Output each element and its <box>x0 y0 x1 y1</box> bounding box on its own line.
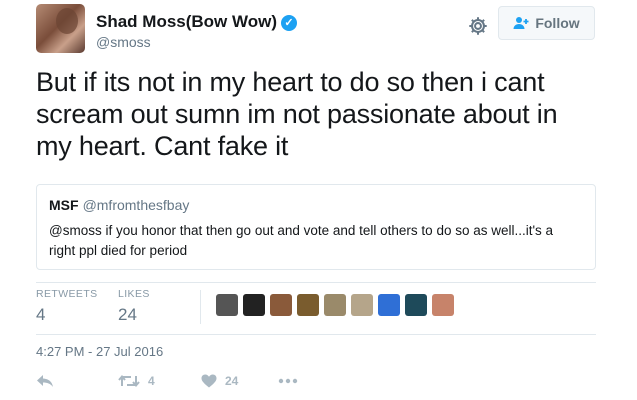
more-button[interactable] <box>278 374 298 388</box>
likes-label: LIKES <box>118 288 150 300</box>
author-avatar[interactable] <box>36 4 85 53</box>
retweets-label: RETWEETS <box>36 288 98 300</box>
verified-badge-icon: ✓ <box>281 15 298 31</box>
liker-avatar[interactable] <box>216 294 238 316</box>
quoted-tweet-header: MSF @mfromthesfbay <box>49 197 583 213</box>
divider <box>36 282 596 283</box>
author-handle[interactable]: @smoss <box>96 34 151 50</box>
retweet-count: 4 <box>148 374 155 388</box>
quoted-author-name: MSF <box>49 197 79 213</box>
reply-button[interactable] <box>36 374 54 388</box>
like-button[interactable]: 24 <box>201 374 238 388</box>
retweets-stat[interactable]: RETWEETS 4 <box>36 288 98 325</box>
liker-avatar[interactable] <box>405 294 427 316</box>
divider <box>36 334 596 335</box>
author-display-name[interactable]: Shad Moss(Bow Wow) <box>96 12 277 31</box>
retweet-button[interactable]: 4 <box>118 374 155 388</box>
liker-avatar[interactable] <box>351 294 373 316</box>
author-name-row[interactable]: Shad Moss(Bow Wow) ✓ <box>96 12 298 32</box>
gear-icon[interactable] <box>467 15 489 37</box>
liker-avatar[interactable] <box>324 294 346 316</box>
heart-icon <box>201 374 217 388</box>
tweet-header: Shad Moss(Bow Wow) ✓ @smoss Follow <box>36 4 597 54</box>
quoted-tweet-text: @smoss if you honor that then go out and… <box>49 223 554 258</box>
follow-button[interactable]: Follow <box>498 6 595 40</box>
liker-avatar[interactable] <box>270 294 292 316</box>
liker-avatar[interactable] <box>297 294 319 316</box>
add-user-icon <box>513 17 529 29</box>
like-count: 24 <box>225 374 239 388</box>
reply-icon <box>37 375 53 387</box>
liker-avatar[interactable] <box>243 294 265 316</box>
retweets-count: 4 <box>36 305 46 324</box>
quoted-author-handle: @mfromthesfbay <box>82 197 190 213</box>
likes-count: 24 <box>118 305 137 324</box>
quoted-tweet[interactable]: MSF @mfromthesfbay @smoss if you honor th… <box>36 184 596 270</box>
liker-avatar[interactable] <box>432 294 454 316</box>
more-icon <box>278 378 298 384</box>
stats-divider <box>200 290 201 324</box>
likes-stat[interactable]: LIKES 24 <box>118 288 150 325</box>
tweet-timestamp[interactable]: 4:27 PM - 27 Jul 2016 <box>36 344 163 359</box>
liker-avatars <box>216 294 454 316</box>
liker-avatar[interactable] <box>378 294 400 316</box>
retweet-icon <box>118 374 140 388</box>
follow-label: Follow <box>535 15 580 31</box>
tweet-text: But if its not in my heart to do so then… <box>36 67 558 161</box>
